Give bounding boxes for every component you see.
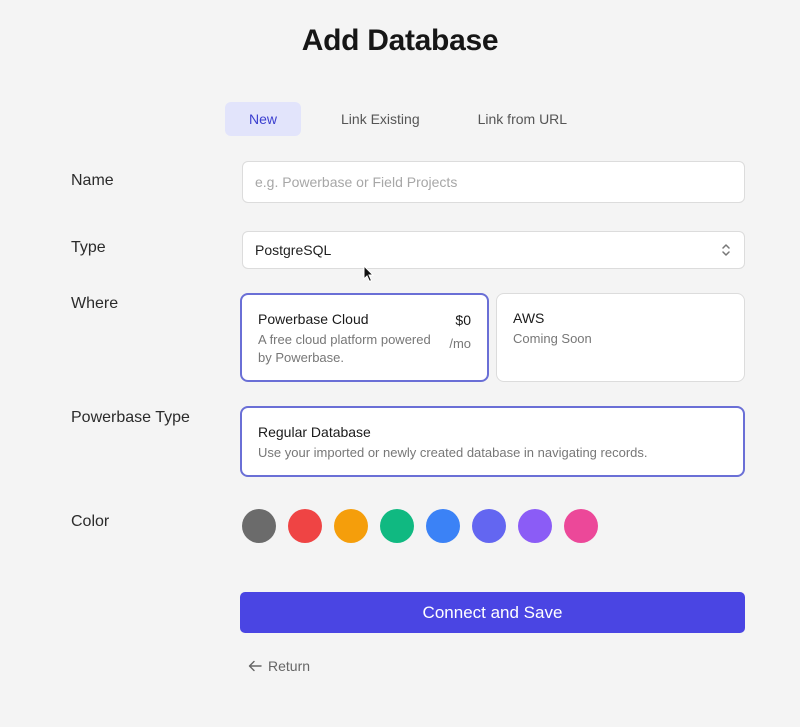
mouse-pointer-icon (363, 265, 375, 283)
color-label: Color (71, 513, 110, 530)
color-swatch-6[interactable] (472, 509, 506, 543)
type-select-value: PostgreSQL (255, 242, 332, 258)
where-label: Where (71, 295, 119, 312)
connect-and-save-button[interactable]: Connect and Save (240, 592, 745, 633)
tab-new[interactable]: New (225, 102, 302, 136)
option-description: Use your imported or newly created datab… (258, 445, 648, 460)
color-swatch-5[interactable] (426, 509, 460, 543)
color-swatch-1[interactable] (242, 509, 276, 543)
name-input[interactable] (242, 161, 745, 203)
tab-link-existing[interactable]: Link Existing (323, 102, 438, 136)
option-title: AWS (513, 310, 545, 326)
tab-link-from-url[interactable]: Link from URL (460, 102, 585, 136)
color-swatch-7[interactable] (518, 509, 552, 543)
option-description: A free cloud platform powered by Powerba… (258, 332, 431, 365)
color-swatch-4[interactable] (380, 509, 414, 543)
powerbase-type-option-regular[interactable]: Regular Database Use your imported or ne… (240, 406, 745, 477)
arrow-left-icon (248, 660, 262, 672)
return-label: Return (268, 658, 311, 674)
color-swatch-8[interactable] (564, 509, 598, 543)
page-title: Add Database (301, 24, 499, 57)
color-swatch-3[interactable] (334, 509, 368, 543)
return-link[interactable]: Return (248, 658, 310, 674)
option-price: $0 /mo (449, 312, 471, 351)
option-description: Coming Soon (513, 331, 592, 346)
type-select[interactable]: PostgreSQL (242, 231, 745, 269)
where-option-aws[interactable]: AWS Coming Soon (496, 293, 745, 382)
price-amount: $0 (455, 312, 471, 328)
color-swatch-2[interactable] (288, 509, 322, 543)
powerbase-type-label: Powerbase Type (71, 409, 190, 426)
option-title: Powerbase Cloud (258, 311, 369, 327)
type-label: Type (71, 239, 106, 256)
chevron-up-down-icon (722, 244, 730, 256)
price-period: /mo (449, 336, 471, 351)
where-option-powerbase-cloud[interactable]: Powerbase Cloud A free cloud platform po… (240, 293, 489, 382)
color-swatches (242, 509, 610, 543)
name-label: Name (71, 172, 114, 189)
source-tabs: New Link Existing Link from URL (225, 102, 607, 136)
option-title: Regular Database (258, 424, 371, 440)
